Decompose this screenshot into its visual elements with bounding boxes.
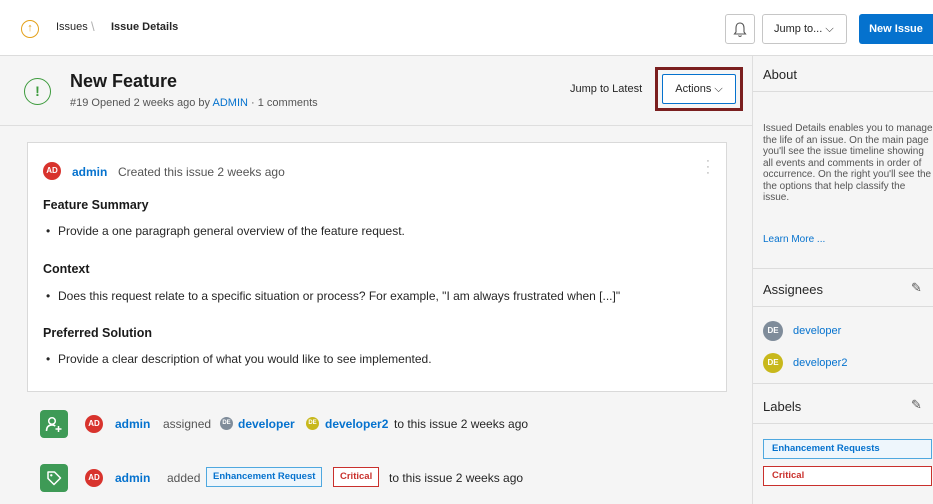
jump-to-latest-link[interactable]: Jump to Latest	[570, 83, 642, 95]
right-sidebar: About Issued Details enables you to mana…	[752, 56, 933, 504]
breadcrumb-issues[interactable]: Issues	[56, 21, 88, 33]
avatar: AD	[43, 162, 61, 180]
breadcrumb-separator: \	[91, 19, 95, 34]
edit-assignees-pencil-icon[interactable]: ✎	[911, 280, 922, 296]
avatar: DE	[763, 353, 783, 373]
avatar: AD	[85, 469, 103, 487]
label-tag-critical[interactable]: Critical	[333, 467, 380, 487]
avatar: DE	[306, 417, 319, 430]
actions-menu-button[interactable]: Actions ⌵	[662, 74, 736, 104]
notifications-button[interactable]	[725, 14, 755, 44]
activity-verb: assigned	[163, 417, 212, 431]
issue-comment-card: AD admin Created this issue 2 weeks ago …	[27, 142, 727, 392]
activity-user-link[interactable]: admin	[115, 471, 150, 485]
assignees-heading: Assignees	[763, 282, 823, 297]
section-item: Provide a clear description of what you …	[46, 352, 432, 366]
activity-user-link[interactable]: admin	[115, 417, 150, 431]
top-bar: ↑ Issues \ Issue Details Jump to... ⌵ Ne…	[0, 0, 933, 56]
activity-tail: to this issue 2 weeks ago	[394, 417, 529, 431]
label-tag-enhancement[interactable]: Enhancement Requests	[763, 439, 932, 459]
main-content: ! New Feature #19 Opened 2 weeks ago by …	[0, 56, 752, 504]
assignee-link[interactable]: developer2	[793, 357, 847, 369]
more-options-icon[interactable]: · · ·	[704, 156, 712, 179]
assignee-link[interactable]: developer	[238, 417, 295, 431]
labels-heading: Labels	[763, 399, 802, 414]
bell-icon	[733, 22, 747, 38]
comment-user-link[interactable]: admin	[72, 165, 107, 179]
section-item: Does this request relate to a specific s…	[46, 289, 620, 303]
learn-more-link[interactable]: Learn More ...	[763, 234, 825, 245]
section-item: Provide a one paragraph general overview…	[46, 224, 405, 238]
jump-to-menu-button[interactable]: Jump to... ⌵	[762, 14, 847, 44]
edit-labels-pencil-icon[interactable]: ✎	[911, 397, 922, 413]
subtitle-suffix: · 1 comments	[251, 97, 318, 109]
label-tag-enhancement[interactable]: Enhancement Request	[206, 467, 323, 487]
subtitle-prefix: #19 Opened 2 weeks ago by	[70, 97, 211, 109]
open-status-icon: !	[24, 78, 51, 105]
section-heading: Feature Summary	[43, 198, 149, 212]
issue-header: ! New Feature #19 Opened 2 weeks ago by …	[0, 56, 752, 126]
assignee-link[interactable]: developer2	[325, 417, 388, 431]
breadcrumb-current: Issue Details	[111, 21, 179, 33]
divider	[753, 383, 933, 384]
activity-item-assigned: AD admin assigned DE developer DE develo…	[40, 410, 740, 440]
comment-meta: Created this issue 2 weeks ago	[118, 165, 285, 179]
about-text: Issued Details enables you to manage the…	[763, 123, 933, 203]
assignee-link[interactable]: developer	[793, 325, 841, 337]
issue-title: New Feature	[70, 71, 178, 91]
label-tag-critical[interactable]: Critical	[763, 466, 932, 486]
avatar: DE	[763, 321, 783, 341]
avatar: AD	[85, 415, 103, 433]
activity-item-labels: AD admin added Enhancement Request Criti…	[40, 464, 740, 494]
tag-icon	[40, 464, 68, 492]
divider	[753, 306, 933, 307]
divider	[753, 268, 933, 269]
add-user-icon	[40, 410, 68, 438]
about-heading: About	[763, 67, 797, 82]
issue-up-arrow-icon: ↑	[21, 20, 39, 38]
avatar: DE	[220, 417, 233, 430]
author-link[interactable]: ADMIN	[213, 97, 248, 109]
section-heading: Preferred Solution	[43, 326, 153, 340]
activity-verb: added	[167, 471, 201, 485]
new-issue-button[interactable]: New Issue	[859, 14, 933, 44]
activity-tail: to this issue 2 weeks ago	[389, 471, 524, 485]
section-heading: Context	[43, 262, 90, 276]
issue-subtitle: #19 Opened 2 weeks ago by ADMIN · 1 comm…	[70, 97, 318, 109]
divider	[753, 423, 933, 424]
divider	[753, 91, 933, 92]
